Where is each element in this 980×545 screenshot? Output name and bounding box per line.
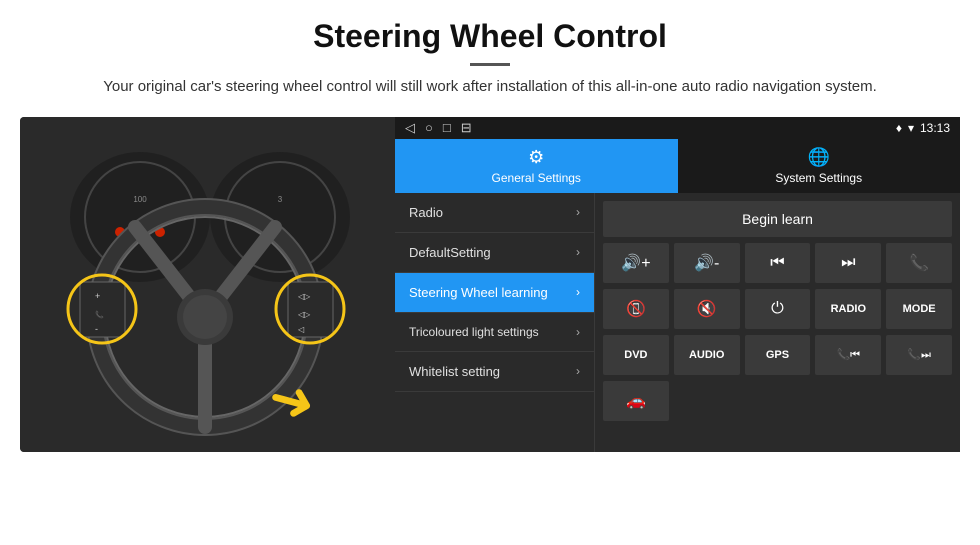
radio-button[interactable]: RADIO [815, 289, 881, 329]
system-icon: 🌐 [808, 147, 830, 168]
menu-item-radio[interactable]: Radio › [395, 193, 594, 233]
menu-default-label: DefaultSetting [409, 245, 491, 260]
main-content: 100 60 3 + 📞 [0, 109, 980, 462]
control-row-4: 🚗 [603, 381, 952, 421]
radio-label: RADIO [831, 303, 866, 315]
nav-icons: ◁ ○ □ ⊟ [405, 120, 472, 136]
gps-button[interactable]: GPS [745, 335, 811, 375]
right-panel: Begin learn 🔊+ 🔊- ⏮ [595, 193, 960, 452]
menu-item-default[interactable]: DefaultSetting › [395, 233, 594, 273]
mute-icon: 🔇 [697, 299, 717, 319]
menu-icon: ⊟ [461, 120, 472, 136]
control-row-1: 🔊+ 🔊- ⏮ ⏭ 📞 [603, 243, 952, 283]
mode-label: MODE [903, 303, 936, 315]
recents-icon: □ [443, 120, 451, 136]
audio-button[interactable]: AUDIO [674, 335, 740, 375]
status-bar: ◁ ○ □ ⊟ ♦ ▾ 13:13 [395, 117, 960, 139]
svg-text:3: 3 [278, 195, 283, 204]
back-icon: ◁ [405, 120, 415, 136]
dvd-label: DVD [624, 349, 647, 361]
chevron-right-icon: › [576, 205, 580, 219]
menu-list: Radio › DefaultSetting › Steering Wheel … [395, 193, 595, 452]
menu-tricolour-label: Tricoloured light settings [409, 325, 539, 339]
prev-icon: ⏮ [770, 254, 784, 272]
vol-up-button[interactable]: 🔊+ [603, 243, 669, 283]
menu-radio-label: Radio [409, 205, 443, 220]
settings-area: Radio › DefaultSetting › Steering Wheel … [395, 193, 960, 452]
hangup-icon: 📵 [626, 299, 646, 319]
menu-item-tricolour[interactable]: Tricoloured light settings › [395, 313, 594, 352]
chevron-right-icon-4: › [576, 325, 580, 339]
android-ui: ◁ ○ □ ⊟ ♦ ▾ 13:13 ⚙ General Settings [395, 117, 960, 452]
tab-general-label: General Settings [492, 171, 581, 185]
menu-whitelist-label: Whitelist setting [409, 364, 500, 379]
tel-next-icon: 📞⏭ [907, 348, 931, 362]
tab-system[interactable]: 🌐 System Settings [678, 139, 961, 193]
begin-learn-button[interactable]: Begin learn [603, 201, 952, 237]
menu-item-steering[interactable]: Steering Wheel learning › [395, 273, 594, 313]
svg-text:📞: 📞 [95, 310, 104, 319]
mute-button[interactable]: 🔇 [674, 289, 740, 329]
audio-label: AUDIO [689, 349, 724, 361]
chevron-right-icon-5: › [576, 364, 580, 378]
vol-down-icon: 🔊- [694, 253, 719, 273]
svg-text:◁▷: ◁▷ [298, 292, 311, 301]
tab-bar: ⚙ General Settings 🌐 System Settings [395, 139, 960, 193]
menu-item-whitelist[interactable]: Whitelist setting › [395, 352, 594, 392]
begin-learn-row: Begin learn [603, 201, 952, 237]
phone-icon: 📞 [909, 253, 929, 273]
car-menu-icon: 🚗 [626, 391, 646, 411]
power-icon: ⏻ [771, 300, 784, 318]
tel-prev-icon: 📞⏮ [836, 348, 860, 362]
menu-steering-label: Steering Wheel learning [409, 285, 548, 300]
vol-down-button[interactable]: 🔊- [674, 243, 740, 283]
mode-button[interactable]: MODE [886, 289, 952, 329]
chevron-right-icon-3: › [576, 285, 580, 299]
svg-text:◁: ◁ [298, 325, 305, 334]
chevron-right-icon-2: › [576, 245, 580, 259]
svg-text:+: + [95, 291, 100, 301]
car-menu-button[interactable]: 🚗 [603, 381, 669, 421]
clock: 13:13 [920, 121, 950, 135]
status-right: ♦ ▾ 13:13 [896, 121, 950, 135]
tab-general[interactable]: ⚙ General Settings [395, 139, 678, 193]
tab-system-label: System Settings [775, 171, 862, 185]
next-icon: ⏭ [841, 254, 855, 272]
prev-track-button[interactable]: ⏮ [745, 243, 811, 283]
title-divider [470, 63, 510, 66]
steering-wheel-svg: 100 60 3 + 📞 [20, 117, 395, 452]
next-track-button[interactable]: ⏭ [815, 243, 881, 283]
control-row-2: 📵 🔇 ⏻ RADIO MODE [603, 289, 952, 329]
steering-wheel-area: 100 60 3 + 📞 [20, 117, 395, 452]
svg-text:◁▷: ◁▷ [298, 310, 311, 319]
tel-prev-button[interactable]: 📞⏮ [815, 335, 881, 375]
tel-next-button[interactable]: 📞⏭ [886, 335, 952, 375]
wifi-icon: ▾ [908, 121, 914, 135]
control-row-3: DVD AUDIO GPS 📞⏮ 📞⏭ [603, 335, 952, 375]
page-container: Steering Wheel Control Your original car… [0, 0, 980, 462]
hang-up-button[interactable]: 📵 [603, 289, 669, 329]
location-icon: ♦ [896, 121, 902, 135]
svg-text:100: 100 [133, 195, 147, 204]
settings-gear-icon: ⚙ [528, 147, 544, 168]
gps-label: GPS [766, 349, 789, 361]
page-title: Steering Wheel Control [60, 18, 920, 55]
home-icon: ○ [425, 120, 433, 136]
power-button[interactable]: ⏻ [745, 289, 811, 329]
header: Steering Wheel Control Your original car… [0, 0, 980, 109]
svg-text:-: - [95, 324, 98, 334]
dvd-button[interactable]: DVD [603, 335, 669, 375]
phone-answer-button[interactable]: 📞 [886, 243, 952, 283]
vol-up-icon: 🔊+ [621, 253, 650, 273]
subtitle: Your original car's steering wheel contr… [60, 76, 920, 99]
